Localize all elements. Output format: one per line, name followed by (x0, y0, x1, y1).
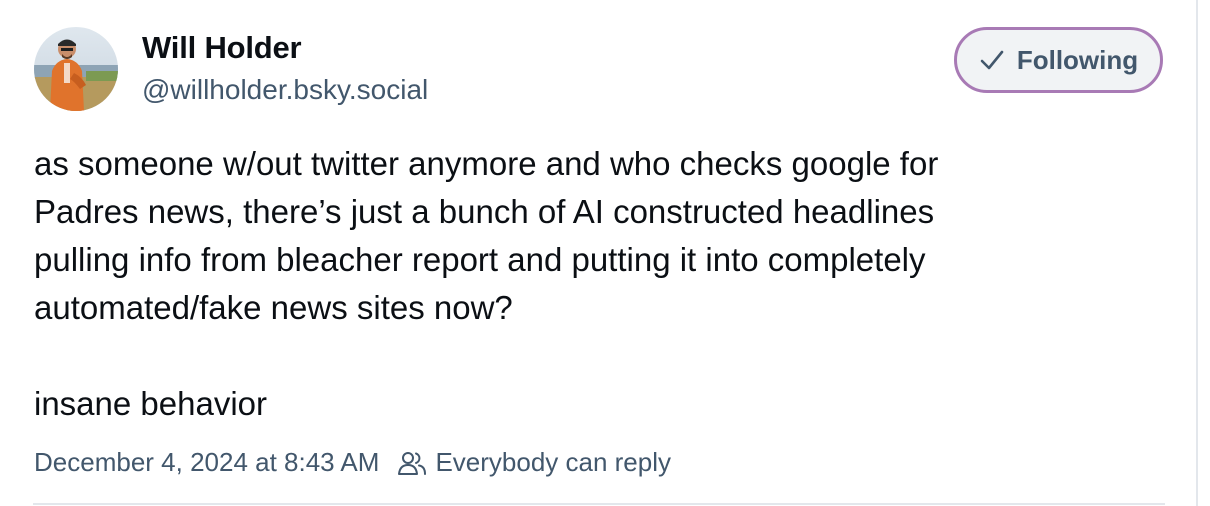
post-meta: December 4, 2024 at 8:43 AM Everybody ca… (34, 447, 671, 478)
following-label: Following (1016, 44, 1139, 75)
post-text-line: automated/fake news sites now? (34, 289, 513, 326)
author-handle[interactable]: @willholder.bsky.social (142, 74, 428, 106)
reply-setting-label[interactable]: Everybody can reply (435, 447, 671, 478)
author-display-name[interactable]: Will Holder (142, 30, 302, 66)
post-text-line: insane behavior (34, 385, 267, 422)
check-icon (979, 47, 1005, 73)
post-text-line: pulling info from bleacher report and pu… (34, 241, 926, 278)
post-text-line: as someone w/out twitter anymore and who… (34, 145, 939, 182)
post-timestamp[interactable]: December 4, 2024 at 8:43 AM (34, 447, 379, 478)
post-text: as someone w/out twitter anymore and who… (34, 140, 1164, 428)
post-text-line: Padres news, there’s just a bunch of AI … (34, 193, 935, 230)
author-avatar[interactable] (34, 27, 118, 111)
following-button[interactable]: Following (954, 27, 1163, 93)
divider (33, 503, 1165, 505)
avatar-photo (34, 27, 118, 111)
people-icon (397, 450, 427, 476)
post-right-border (1196, 0, 1198, 506)
